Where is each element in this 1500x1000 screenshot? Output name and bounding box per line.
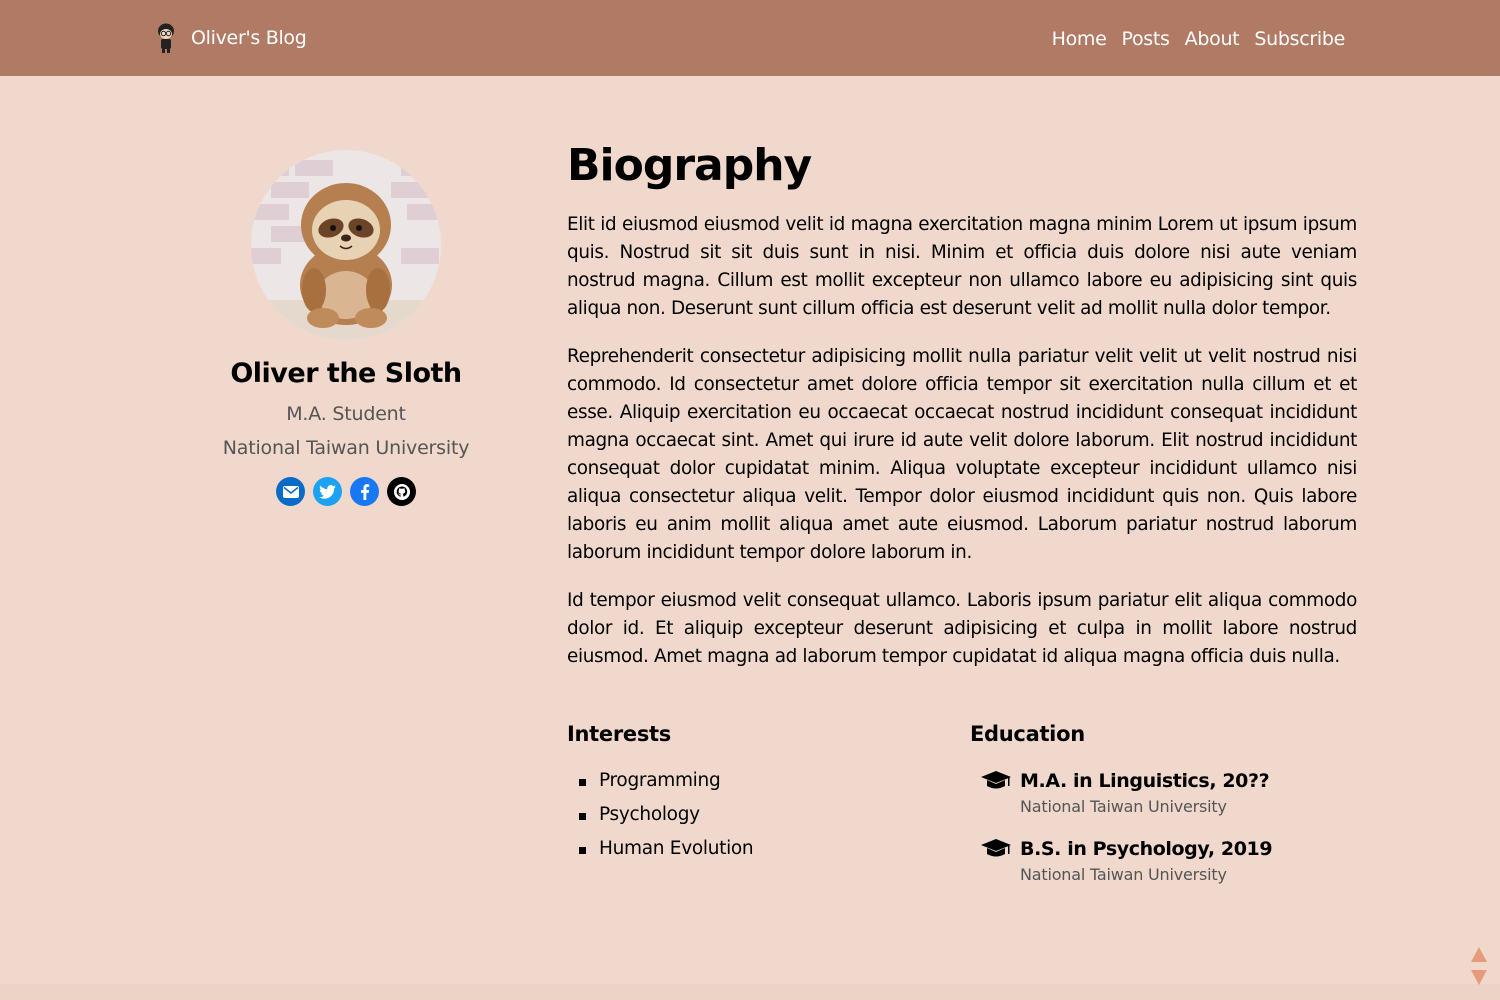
interests-list: Programming Psychology Human Evolution bbox=[579, 770, 947, 872]
main-content: Biography Elit id eiusmod eiusmod velit … bbox=[567, 140, 1357, 884]
education-list: M.A. in Linguistics, 20?? National Taiwa… bbox=[980, 770, 1360, 906]
github-icon bbox=[393, 483, 410, 500]
biography-paragraph-1: Elit id eiusmod eiusmod velit id magna e… bbox=[567, 214, 1357, 319]
avatar bbox=[251, 150, 441, 340]
twitter-link[interactable] bbox=[313, 477, 342, 506]
nav-about-link[interactable]: About bbox=[1185, 28, 1240, 50]
interests-section: Interests Programming Psychology Human E… bbox=[567, 722, 947, 872]
twitter-icon bbox=[319, 484, 336, 499]
person-role: M.A. Student bbox=[286, 403, 406, 425]
facebook-link[interactable] bbox=[350, 477, 379, 506]
biography-paragraph-3: Id tempor eiusmod velit consequat ullamc… bbox=[567, 590, 1357, 667]
brand-name: Oliver's Blog bbox=[191, 27, 307, 49]
nav-posts-link[interactable]: Posts bbox=[1122, 28, 1170, 50]
education-degree: M.A. in Linguistics, 20?? bbox=[1020, 770, 1270, 792]
nav-subscribe-link[interactable]: Subscribe bbox=[1254, 28, 1345, 50]
footer-strip bbox=[0, 984, 1500, 1000]
education-school: National Taiwan University bbox=[1020, 865, 1227, 884]
interest-label: Human Evolution bbox=[599, 838, 754, 859]
interest-label: Programming bbox=[599, 770, 721, 791]
brand-link[interactable]: Oliver's Blog bbox=[152, 20, 307, 56]
square-bullet-icon bbox=[579, 779, 586, 786]
education-degree: B.S. in Psychology, 2019 bbox=[1020, 838, 1273, 860]
graduation-cap-icon bbox=[981, 771, 1011, 789]
interests-title: Interests bbox=[567, 722, 671, 746]
scroll-controls bbox=[1470, 946, 1488, 986]
education-title: Education bbox=[970, 722, 1085, 746]
interest-label: Psychology bbox=[599, 804, 700, 825]
interest-item: Psychology bbox=[579, 804, 947, 838]
education-school: National Taiwan University bbox=[1020, 797, 1227, 816]
social-links bbox=[196, 477, 496, 506]
email-link[interactable] bbox=[276, 477, 305, 506]
person-name: Oliver the Sloth bbox=[230, 358, 462, 389]
biography-title: Biography bbox=[567, 140, 812, 191]
github-link[interactable] bbox=[387, 477, 416, 506]
nav-links: Home Posts About Subscribe bbox=[1052, 28, 1346, 50]
profile-sidebar: Oliver the Sloth M.A. Student National T… bbox=[196, 150, 496, 506]
education-item: M.A. in Linguistics, 20?? National Taiwa… bbox=[980, 770, 1360, 838]
education-section: Education M.A. in Linguistics, 20?? Nati… bbox=[970, 722, 1360, 906]
scroll-down-icon[interactable] bbox=[1470, 969, 1488, 986]
nav-home-link[interactable]: Home bbox=[1052, 28, 1107, 50]
person-organization: National Taiwan University bbox=[222, 437, 470, 459]
education-item: B.S. in Psychology, 2019 National Taiwan… bbox=[980, 838, 1360, 906]
square-bullet-icon bbox=[579, 813, 586, 820]
scroll-up-icon[interactable] bbox=[1470, 946, 1488, 963]
interest-item: Programming bbox=[579, 770, 947, 804]
brand-logo-icon bbox=[158, 23, 174, 53]
email-icon bbox=[282, 485, 299, 498]
graduation-cap-icon bbox=[981, 839, 1011, 857]
biography-paragraph-2: Reprehenderit consectetur adipisicing mo… bbox=[567, 346, 1357, 563]
facebook-icon bbox=[360, 483, 369, 500]
navbar: Oliver's Blog Home Posts About Subscribe bbox=[0, 0, 1500, 76]
interest-item: Human Evolution bbox=[579, 838, 947, 872]
square-bullet-icon bbox=[579, 847, 586, 854]
